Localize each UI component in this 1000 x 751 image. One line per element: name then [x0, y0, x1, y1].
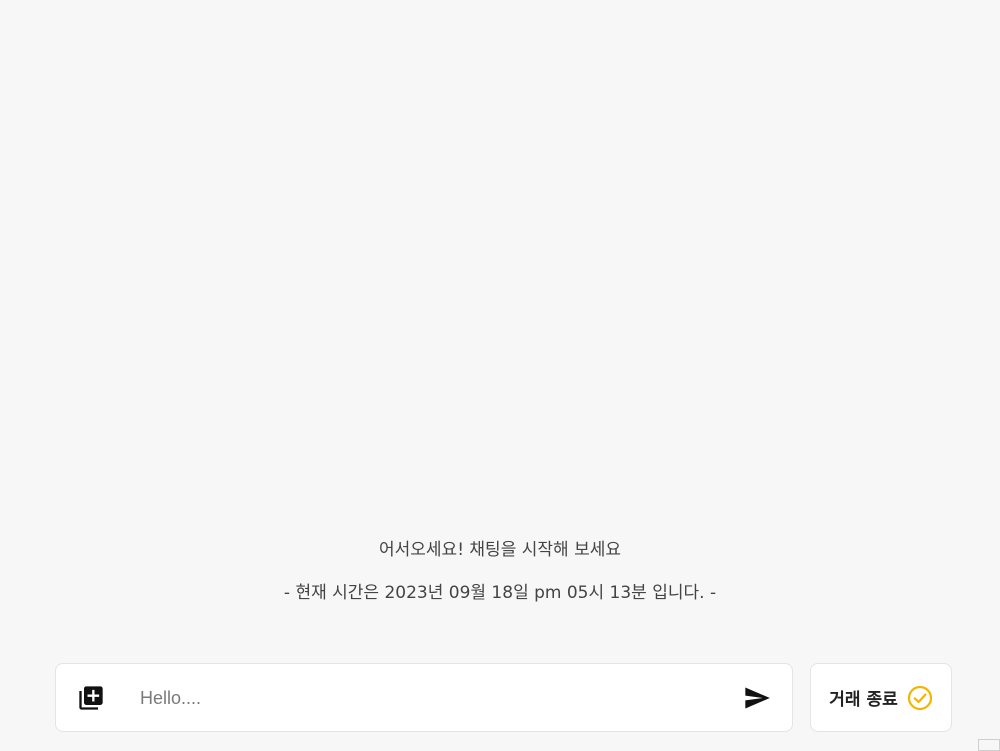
end-deal-button[interactable]: 거래 종료 [810, 663, 952, 732]
end-deal-label: 거래 종료 [829, 690, 898, 710]
welcome-message: 어서오세요! 채팅을 시작해 보세요 [379, 540, 621, 560]
current-time-message: - 현재 시간은 2023년 09월 18일 pm 05시 13분 입니다. - [283, 583, 717, 603]
check-circle-icon [907, 685, 932, 710]
add-to-library-icon [79, 686, 103, 710]
send-button[interactable] [742, 684, 772, 712]
chat-message-area: 어서오세요! 채팅을 시작해 보세요 - 현재 시간은 2023년 09월 18… [0, 0, 1000, 640]
message-composer [55, 663, 793, 732]
message-input[interactable] [140, 682, 710, 714]
attach-button[interactable] [77, 684, 105, 712]
send-icon [745, 687, 770, 709]
scrollbar-corner [978, 739, 1000, 751]
